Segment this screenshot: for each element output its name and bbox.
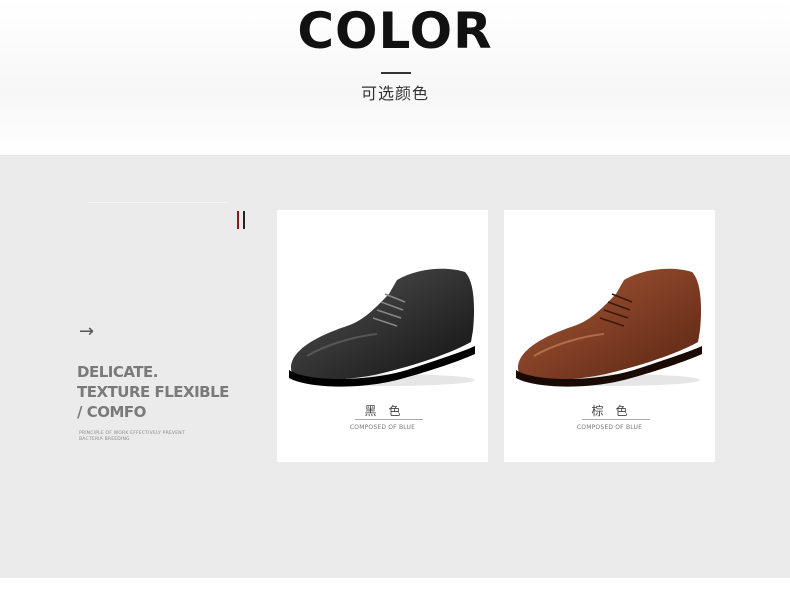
title-divider (381, 72, 411, 74)
fine-print-line: BACTERIA BREEDING (79, 437, 130, 442)
headline: DELICATE. TEXTURE FLEXIBLE / COMFO (77, 362, 257, 422)
fine-print: PRINCIPLE OF WORK EFFECTIVELY PREVENT BA… (79, 431, 209, 443)
arrow-right-icon: → (79, 321, 95, 342)
card-divider (355, 419, 423, 420)
page-subtitle: 可选颜色 (360, 84, 429, 103)
color-name-label: 黑色 (364, 404, 413, 418)
stripe-dark (243, 211, 245, 229)
color-panel: → DELICATE. TEXTURE FLEXIBLE / COMFO PRI… (0, 155, 790, 578)
color-name-label: 棕色 (591, 404, 640, 418)
brown-shoe-image (516, 268, 702, 387)
card-divider (582, 419, 650, 420)
card-caption: COMPOSED OF BLUE (349, 424, 416, 431)
card-caption: COMPOSED OF BLUE (576, 424, 643, 431)
product-card-black[interactable]: 黑色 COMPOSED OF BLUE (277, 210, 488, 462)
decorative-line (88, 202, 228, 203)
headline-line: / COMFO (77, 403, 146, 421)
page-title: COLOR (297, 2, 493, 60)
header-section: COLOR 可选颜色 (0, 0, 790, 155)
headline-line: DELICATE. (77, 363, 158, 381)
stripe-red (237, 211, 239, 229)
black-shoe-image (289, 268, 475, 387)
product-card-brown[interactable]: 棕色 COMPOSED OF BLUE (504, 210, 715, 462)
headline-line: TEXTURE FLEXIBLE (77, 383, 229, 401)
